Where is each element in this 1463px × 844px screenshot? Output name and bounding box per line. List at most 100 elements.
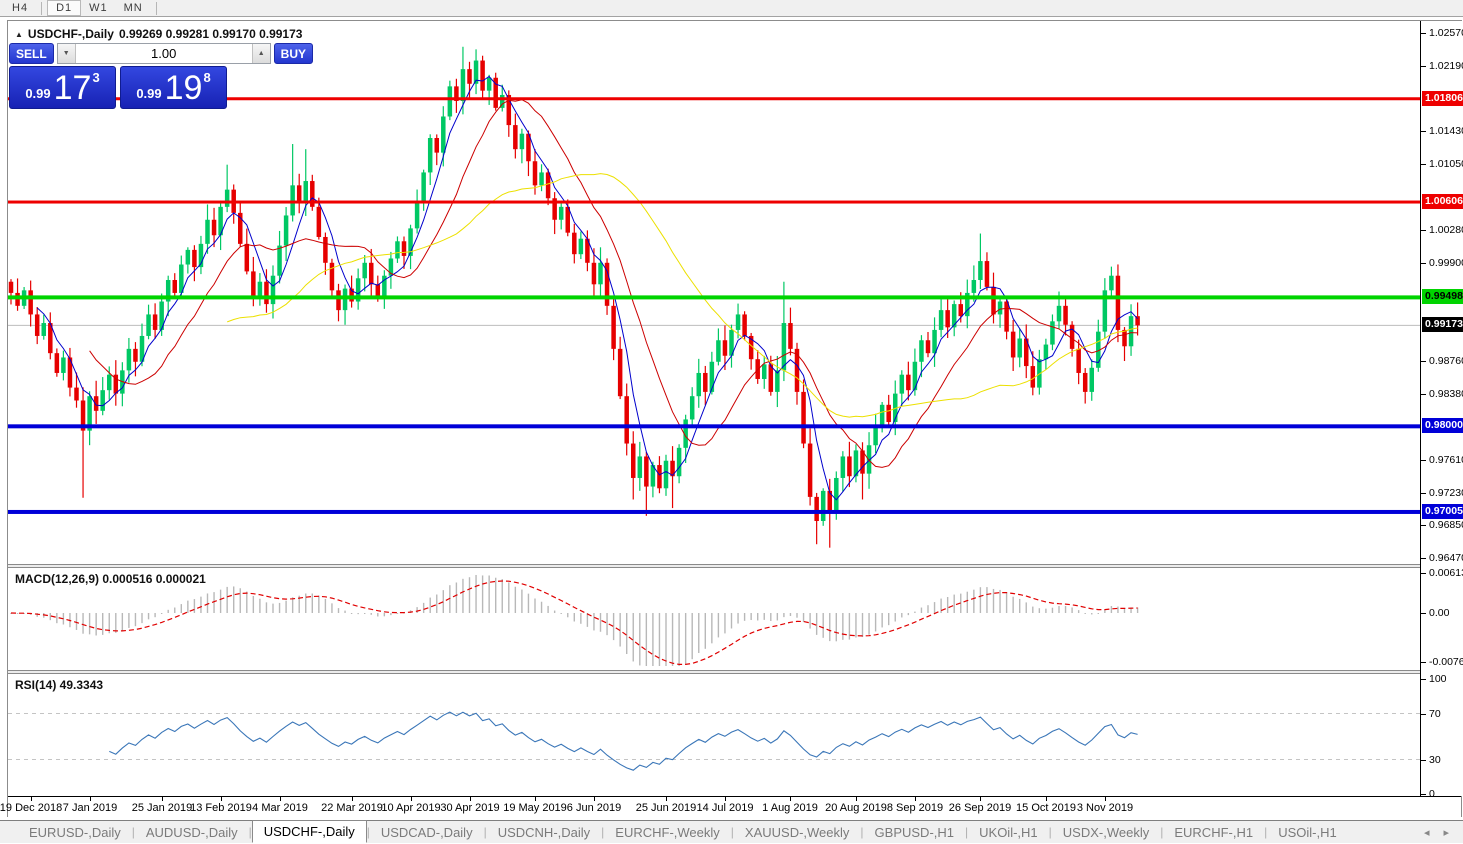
axis-tick-mark	[1421, 662, 1426, 663]
date-axis[interactable]: 19 Dec 2018 7 Jan 2019 25 Jan 2019 13 Feb 2…	[0, 796, 1461, 817]
macd-tick-label: 0.00	[1429, 607, 1450, 619]
tab-gbpusd-h1[interactable]: GBPUSD-,H1	[864, 823, 965, 842]
chart-tabs: EURUSD-,Daily | AUDUSD-,Daily | USDCHF-,Dail…	[18, 819, 1348, 844]
timeframe-button-h4[interactable]: H4	[4, 1, 36, 16]
date-label: 19 Dec 2018	[0, 802, 63, 814]
tab-xauusd-weekly[interactable]: XAUUSD-,Weekly	[734, 823, 861, 842]
date-tick-mark	[31, 797, 32, 801]
axis-tick-mark	[1421, 714, 1426, 715]
axis-tick-mark	[1421, 164, 1426, 165]
price-tick-label: 0.99900	[1429, 257, 1463, 269]
date-label: 6 Jun 2019	[566, 802, 622, 814]
buy-price-button[interactable]: 0.99 19 8	[120, 66, 227, 109]
main-price-pane[interactable]: ▲ USDCHF-,Daily 0.99269 0.99281 0.99170 …	[8, 21, 1420, 564]
sell-price-prefix: 0.99	[25, 86, 51, 101]
date-label: 13 Feb 2019	[190, 802, 252, 814]
tab-usdcad-daily[interactable]: USDCAD-,Daily	[370, 823, 484, 842]
price-tick-label: 0.97230	[1429, 487, 1463, 499]
date-label: 1 Aug 2019	[762, 802, 818, 814]
axis-tick-mark	[1421, 131, 1426, 132]
rsi-label: RSI(14) 49.3343	[15, 678, 104, 692]
collapse-quote-panel-icon[interactable]: ▲	[15, 30, 23, 39]
axis-tick-mark	[1421, 263, 1426, 264]
buy-price-pipette: 8	[203, 70, 211, 85]
axis-tick-mark	[1421, 230, 1426, 231]
current-price-badge: 0.99173	[1422, 317, 1463, 332]
date-tick-mark	[980, 797, 981, 801]
date-tick-mark	[470, 797, 471, 801]
tab-ukoil-h1[interactable]: UKOil-,H1	[968, 823, 1049, 842]
date-label: 10 Apr 2019	[381, 802, 441, 814]
buy-price-big-digits: 19	[164, 68, 203, 107]
rsi-tick-label: 0	[1429, 788, 1435, 800]
date-label: 15 Oct 2019	[1016, 802, 1076, 814]
tab-usdcnh-daily[interactable]: USDCNH-,Daily	[487, 823, 601, 842]
axis-tick-mark	[1421, 558, 1426, 559]
date-label: 4 Mar 2019	[252, 802, 308, 814]
price-axis[interactable]: 1.02570 1.02190 1.01430 1.01050 1.00280 0.999…	[1420, 21, 1463, 800]
date-label: 14 Jul 2019	[696, 802, 754, 814]
timeframe-button-mn[interactable]: MN	[116, 1, 151, 16]
axis-tick-mark	[1421, 760, 1426, 761]
horizontal-level-line-0.97005[interactable]	[8, 509, 1420, 514]
date-label: 22 Mar 2019	[321, 802, 383, 814]
rsi-chart-canvas[interactable]	[8, 674, 1420, 796]
sell-price-button[interactable]: 0.99 17 3	[9, 66, 116, 109]
rsi-line	[109, 711, 1138, 771]
date-tick-mark	[915, 797, 916, 801]
sell-button[interactable]: SELL	[9, 43, 54, 64]
date-tick-mark	[594, 797, 595, 801]
date-label: 30 Apr 2019	[440, 802, 500, 814]
date-tick-mark	[411, 797, 412, 801]
horizontal-level-line-0.99498[interactable]	[8, 295, 1420, 300]
axis-tick-mark	[1421, 460, 1426, 461]
level-price-badge: 0.98000	[1422, 418, 1463, 433]
chart-title: ▲ USDCHF-,Daily 0.99269 0.99281 0.99170 …	[15, 27, 302, 41]
chart-symbol-label: USDCHF-,Daily	[27, 27, 114, 41]
tab-usdx-weekly[interactable]: USDX-,Weekly	[1052, 823, 1160, 842]
date-label: 8 Sep 2019	[886, 802, 944, 814]
timeframe-button-w1[interactable]: W1	[81, 1, 116, 16]
price-tick-label: 1.01050	[1429, 158, 1463, 170]
volume-increase-button[interactable]: ▲	[251, 44, 270, 63]
date-tick-mark	[856, 797, 857, 801]
tabs-scroll-left-icon[interactable]: ◂	[1424, 826, 1430, 839]
price-tick-label: 0.96850	[1429, 519, 1463, 531]
buy-price-prefix: 0.99	[136, 86, 162, 101]
tab-eurchf-weekly[interactable]: EURCHF-,Weekly	[604, 823, 731, 842]
axis-tick-mark	[1421, 493, 1426, 494]
axis-tick-mark	[1421, 573, 1426, 574]
tab-audusd-daily[interactable]: AUDUSD-,Daily	[135, 823, 249, 842]
tab-eurchf-h1[interactable]: EURCHF-,H1	[1163, 823, 1264, 842]
macd-tick-label: 0.00613	[1429, 567, 1463, 579]
macd-pane[interactable]: MACD(12,26,9) 0.000516 0.000021	[8, 568, 1420, 670]
tab-eurusd-daily[interactable]: EURUSD-,Daily	[18, 823, 132, 842]
chart-window: ▲ USDCHF-,Daily 0.99269 0.99281 0.99170 …	[0, 20, 1463, 817]
date-label: 26 Sep 2019	[948, 802, 1012, 814]
volume-decrease-button[interactable]: ▼	[57, 44, 76, 63]
rsi-tick-label: 100	[1429, 673, 1447, 685]
buy-button[interactable]: BUY	[273, 43, 314, 64]
timeframe-button-d1[interactable]: D1	[47, 0, 82, 16]
volume-spinner: ▼ ▲	[56, 43, 271, 64]
axis-tick-mark	[1421, 613, 1426, 614]
level-price-badge: 1.01806	[1422, 91, 1463, 106]
tab-usdchf-daily[interactable]: USDCHF-,Daily	[251, 819, 367, 843]
date-label: 7 Jan 2019	[62, 802, 118, 814]
tab-usoil-h1[interactable]: USOil-,H1	[1267, 823, 1348, 842]
tabs-scroll-right-icon[interactable]: ▸	[1443, 826, 1449, 839]
horizontal-level-line-0.98000[interactable]	[8, 424, 1420, 429]
macd-signal-line	[10, 580, 1138, 666]
macd-chart-canvas[interactable]	[8, 568, 1420, 670]
date-label: 20 Aug 2019	[825, 802, 887, 814]
price-tick-label: 1.02570	[1429, 27, 1463, 39]
timeframe-buttons: H4 D1 W1 MN	[4, 0, 151, 16]
axis-tick-mark	[1421, 66, 1426, 67]
volume-input[interactable]	[75, 44, 252, 63]
rsi-pane[interactable]: RSI(14) 49.3343	[8, 674, 1420, 796]
date-label: 3 Nov 2019	[1076, 802, 1134, 814]
rsi-tick-label: 30	[1429, 754, 1441, 766]
rsi-tick-label: 70	[1429, 708, 1441, 720]
horizontal-level-line-1.00606[interactable]	[8, 200, 1420, 204]
date-tick-mark	[666, 797, 667, 801]
